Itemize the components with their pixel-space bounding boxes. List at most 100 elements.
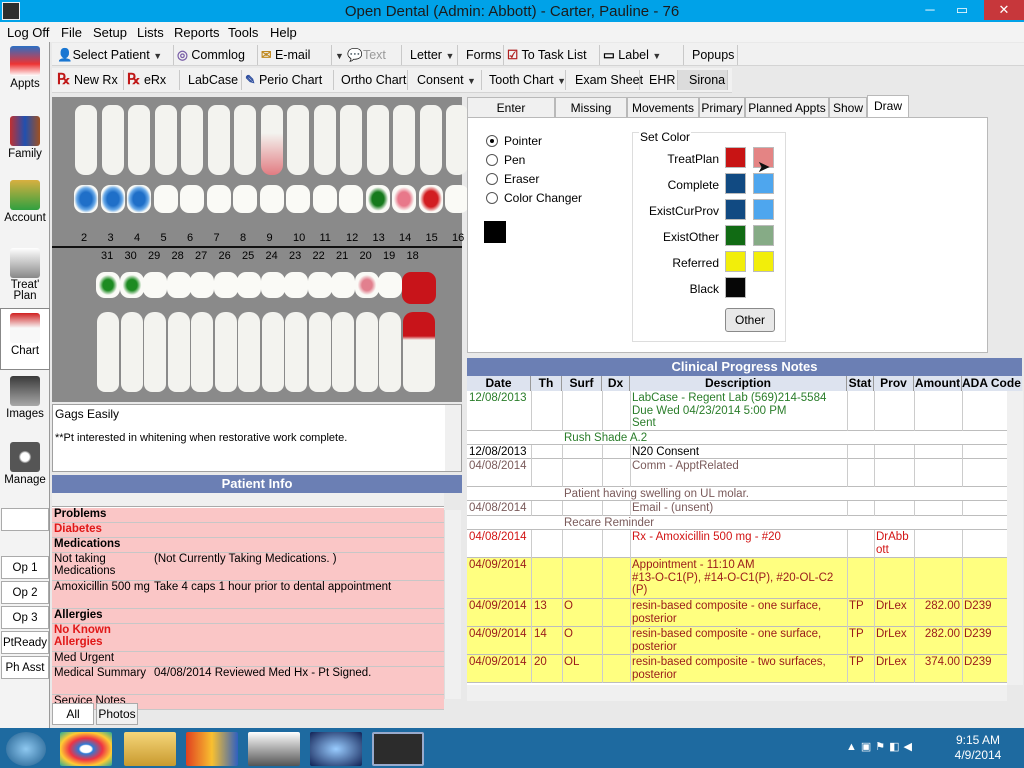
progress-note-row[interactable]: 04/08/2014 Email - (unsent) [467, 501, 1007, 516]
upper-tooth-crown[interactable] [418, 185, 443, 213]
color-swatch-secondary[interactable] [753, 199, 774, 220]
patient-info-row[interactable]: Diabetes [52, 523, 444, 538]
patient-info-row[interactable]: Medical Summary 04/08/2014 Reviewed Med H… [52, 667, 444, 695]
text-button[interactable]: ▼ 💬Text [332, 45, 402, 65]
lower-tooth-root[interactable] [238, 312, 260, 392]
upper-tooth-root[interactable] [128, 105, 150, 175]
patient-info-row[interactable]: Not taking Medications (Not Currently Tak… [52, 553, 444, 581]
tab-all[interactable]: All [52, 703, 94, 725]
module-appts[interactable]: Appts [0, 46, 50, 90]
upper-tooth-root[interactable] [393, 105, 415, 175]
tab-missing-teeth[interactable]: Missing Teeth [555, 97, 627, 135]
upper-tooth-root[interactable] [234, 105, 256, 175]
lower-tooth-crown[interactable] [190, 272, 214, 298]
progress-note-row[interactable]: Patient having swelling on UL molar. [467, 487, 1007, 501]
tooth-chart-button[interactable]: Tooth Chart ▼ [482, 70, 566, 90]
upper-tooth-crown[interactable] [233, 185, 257, 213]
menu-help[interactable]: Help [270, 25, 297, 40]
commlog-button[interactable]: ◎ Commlog [174, 45, 258, 65]
upper-tooth-root[interactable] [446, 105, 468, 175]
menu-tools[interactable]: Tools [228, 25, 258, 40]
start-icon[interactable] [6, 732, 46, 766]
progress-note-row[interactable]: 12/08/2013 N20 Consent [467, 445, 1007, 459]
patient-info-row[interactable]: No Known Allergies [52, 624, 444, 652]
letter-button[interactable]: Letter ▼ [402, 45, 458, 65]
color-swatch-primary[interactable] [725, 251, 746, 272]
upper-tooth-crown[interactable] [259, 185, 284, 213]
progress-note-row[interactable]: Recare Reminder [467, 516, 1007, 530]
lower-tooth-root[interactable] [97, 312, 119, 392]
tab-draw[interactable]: Draw [867, 95, 909, 118]
tab-show[interactable]: Show [829, 97, 867, 118]
upper-tooth-crown[interactable] [74, 185, 98, 213]
col-surf[interactable]: Surf [562, 376, 602, 391]
upper-tooth-crown[interactable] [153, 185, 178, 213]
other-color-button[interactable]: Other [725, 308, 775, 332]
module-treat-plan[interactable]: Treat' Plan [0, 248, 50, 302]
ortho-chart-button[interactable]: Ortho Chart [334, 70, 408, 90]
lower-tooth-crown[interactable] [401, 272, 436, 304]
minimize-button[interactable]: ─ [916, 0, 944, 20]
progress-note-row[interactable]: 04/09/2014 14 Oresin-based composite - one… [467, 627, 1007, 655]
op-blank[interactable] [1, 508, 49, 531]
system-tray-icons[interactable]: ▲▣⚑◧◀ [846, 740, 934, 753]
module-chart[interactable]: Chart [0, 308, 50, 370]
lower-tooth-root[interactable] [379, 312, 401, 392]
menu-lists[interactable]: Lists [137, 25, 164, 40]
exam-sheet-button[interactable]: Exam Sheet [566, 70, 643, 90]
open-dental-taskbar-icon[interactable] [372, 732, 424, 766]
perio-chart-button[interactable]: ✎ Perio Chart [242, 70, 334, 90]
tab-photos[interactable]: Photos [96, 703, 138, 725]
upper-tooth-root[interactable] [260, 105, 283, 175]
progress-notes-grid[interactable]: 12/08/2013 LabCase - Regent Lab (569)214-… [467, 391, 1007, 685]
patient-info-row[interactable]: Medications [52, 538, 444, 553]
lower-tooth-root[interactable] [120, 312, 143, 392]
tooth-chart[interactable]: 2 3 4 5 6 7 8 9 10 11 12 13 14 15 16 31 30 29 28 27 26 25 24 23… [52, 97, 469, 402]
notes-scrollbar[interactable] [445, 405, 461, 471]
module-images[interactable]: Images [0, 376, 50, 420]
progress-note-row[interactable]: Rush Shade A.2 [467, 431, 1007, 445]
pt-ready-button[interactable]: PtReady [1, 631, 49, 654]
upper-tooth-root[interactable] [101, 105, 124, 175]
lower-tooth-root[interactable] [332, 312, 354, 392]
upper-tooth-crown[interactable] [312, 185, 337, 213]
lower-tooth-crown[interactable] [284, 272, 308, 298]
col-prov[interactable]: Prov [874, 376, 914, 391]
tab-enter-treatment[interactable]: Enter Treatment [467, 97, 555, 135]
module-manage[interactable]: Manage [0, 442, 50, 486]
lower-tooth-root[interactable] [402, 312, 435, 392]
col-th[interactable]: Th [531, 376, 562, 391]
lower-tooth-root[interactable] [214, 312, 237, 392]
label-button[interactable]: ▭ Label ▼ [600, 45, 684, 65]
lower-tooth-crown[interactable] [260, 272, 285, 298]
menu-setup[interactable]: Setup [93, 25, 127, 40]
color-swatch-secondary[interactable] [753, 251, 774, 272]
progress-note-row[interactable]: 04/09/2014 13 Oresin-based composite - one… [467, 599, 1007, 627]
lower-tooth-crown[interactable] [213, 272, 238, 298]
color-swatch-primary[interactable] [725, 173, 746, 194]
op-3-button[interactable]: Op 3 [1, 606, 49, 629]
progress-note-row[interactable]: 04/08/2014 Rx - Amoxicillin 500 mg - #20 D… [467, 530, 1007, 558]
upper-tooth-root[interactable] [313, 105, 336, 175]
col-date[interactable]: Date [467, 376, 531, 391]
col-description[interactable]: Description [630, 376, 847, 391]
current-color-swatch[interactable] [484, 221, 506, 243]
lower-tooth-root[interactable] [261, 312, 284, 392]
module-account[interactable]: Account [0, 180, 50, 224]
progress-notes-hscroll[interactable] [467, 685, 1007, 701]
module-family[interactable]: Family [0, 116, 50, 160]
menu-reports[interactable]: Reports [174, 25, 220, 40]
forms-button[interactable]: Forms [458, 45, 504, 65]
lower-tooth-root[interactable] [285, 312, 307, 392]
color-swatch-primary[interactable] [725, 199, 746, 220]
upper-tooth-root[interactable] [287, 105, 309, 175]
progress-note-row[interactable]: 04/08/2014 Comm - ApptRelated [467, 459, 1007, 487]
lower-tooth-crown[interactable] [119, 272, 144, 298]
upper-tooth-root[interactable] [154, 105, 177, 175]
lower-tooth-crown[interactable] [331, 272, 355, 298]
patient-info-row[interactable]: Med Urgent [52, 652, 444, 667]
upper-tooth-crown[interactable] [339, 185, 363, 213]
op-2-button[interactable]: Op 2 [1, 581, 49, 604]
email-button[interactable]: ✉ E-mail [258, 45, 332, 65]
close-button[interactable]: ✕ [984, 0, 1024, 20]
